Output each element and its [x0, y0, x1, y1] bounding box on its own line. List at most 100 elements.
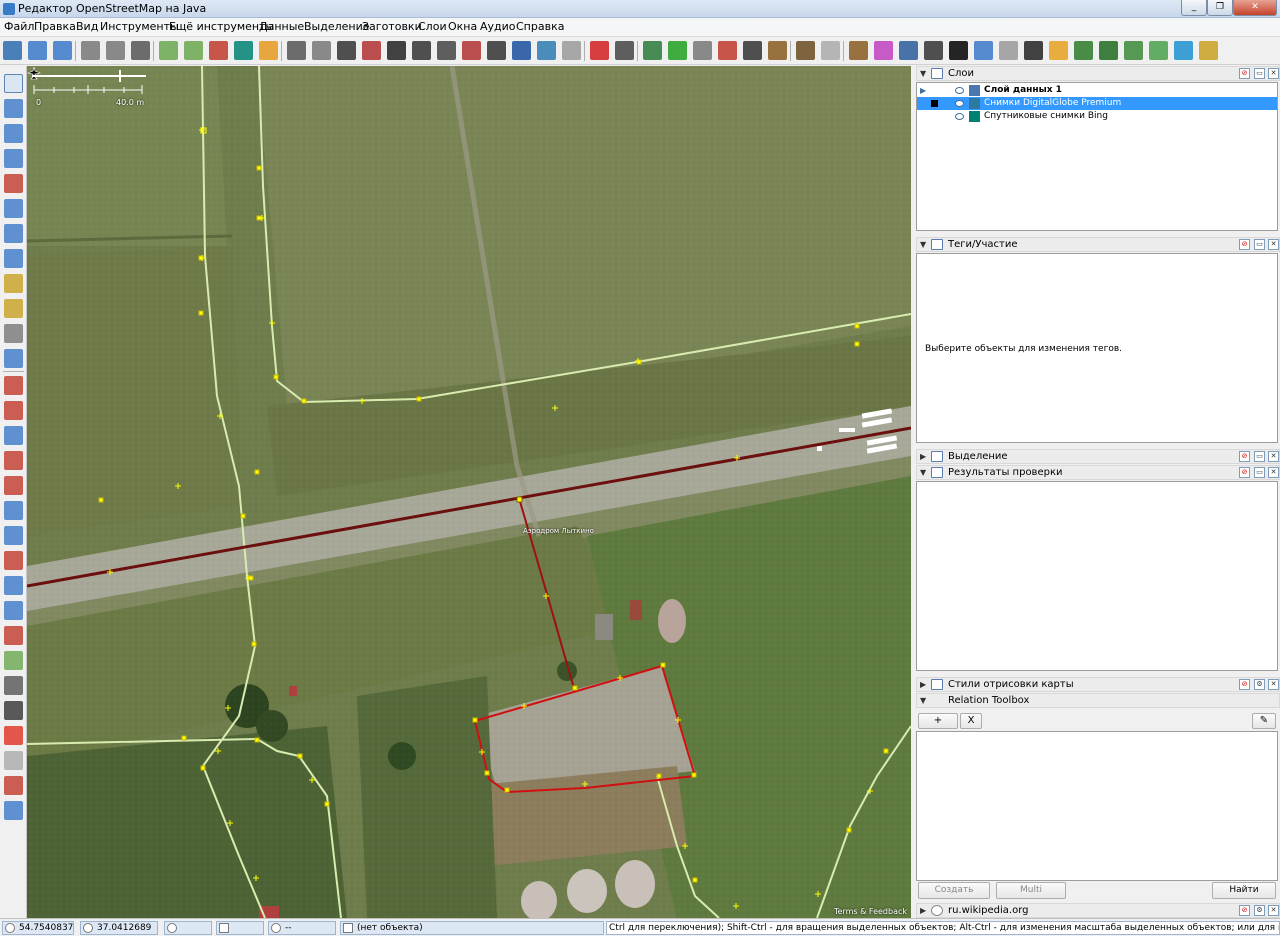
- menu-selection[interactable]: Выделение: [304, 20, 370, 33]
- relation-remove-button[interactable]: X: [960, 713, 982, 729]
- castle-icon[interactable]: [768, 41, 787, 60]
- menu-presets[interactable]: Заготовки: [362, 20, 422, 33]
- layer-row-bing[interactable]: Спутниковые снимки Bing: [917, 110, 1277, 123]
- panel-detach-icon[interactable]: ▭: [1254, 68, 1265, 79]
- panel-detach-icon[interactable]: ▭: [1254, 451, 1265, 462]
- dollar-icon[interactable]: [949, 41, 968, 60]
- upload-icon[interactable]: [53, 41, 72, 60]
- validation-toggle-icon[interactable]: [4, 526, 23, 545]
- menu-audio[interactable]: Аудио: [480, 20, 516, 33]
- barcode-icon[interactable]: [4, 776, 23, 795]
- edit-pencil-icon[interactable]: [4, 299, 23, 318]
- download-icon[interactable]: [28, 41, 47, 60]
- tags-panel-header[interactable]: ▼ Теги/Участие ⊘ ▭ ✕: [916, 237, 1280, 252]
- filter-toggle-icon[interactable]: [4, 501, 23, 520]
- collapse-icon[interactable]: ▼: [920, 468, 926, 477]
- barrier-icon[interactable]: [412, 41, 431, 60]
- school-icon[interactable]: [693, 41, 712, 60]
- selection-panel-header[interactable]: ▶ Выделение ⊘ ▭ ✕: [916, 449, 1280, 464]
- find-relation-button[interactable]: Найти: [1212, 882, 1276, 899]
- statistics-icon[interactable]: [4, 726, 23, 745]
- collapse-icon[interactable]: ▼: [920, 240, 926, 249]
- poi-icon[interactable]: [974, 41, 993, 60]
- balloons-icon[interactable]: [718, 41, 737, 60]
- picture-icon[interactable]: [643, 41, 662, 60]
- draw-pencil-icon[interactable]: [4, 274, 23, 293]
- expand-icon[interactable]: ▶: [920, 680, 926, 689]
- menu-data[interactable]: Данные: [259, 20, 304, 33]
- preferences-icon[interactable]: [131, 41, 150, 60]
- water-icon[interactable]: [1174, 41, 1193, 60]
- layers-panel-header[interactable]: ▼ Слои ⊘ ▭ ✕: [916, 66, 1280, 81]
- menu-file[interactable]: Файл: [4, 20, 34, 33]
- menu-windows[interactable]: Окна: [448, 20, 477, 33]
- panel-close-icon[interactable]: ⊘: [1239, 68, 1250, 79]
- split-icon[interactable]: [4, 199, 23, 218]
- multipolygon-button[interactable]: Multi: [996, 882, 1066, 899]
- russia-flag-icon[interactable]: [590, 41, 609, 60]
- map-attribution[interactable]: Terms & Feedback: [834, 907, 907, 916]
- styles-toggle-icon[interactable]: [4, 551, 23, 570]
- panel-settings-icon[interactable]: ⚙: [1254, 905, 1265, 916]
- tree-icon[interactable]: [1074, 41, 1093, 60]
- grid-icon[interactable]: [437, 41, 456, 60]
- open-icon[interactable]: [3, 41, 22, 60]
- globe-tool-icon[interactable]: [4, 751, 23, 770]
- imagery-icon[interactable]: [184, 41, 203, 60]
- create-relation-button[interactable]: Создать: [918, 882, 990, 899]
- menu-tools[interactable]: Инструменты: [100, 20, 179, 33]
- panel-settings-icon[interactable]: ⚙: [1254, 679, 1265, 690]
- conflict-toggle-icon[interactable]: [4, 476, 23, 495]
- panel-close-icon[interactable]: ⊘: [1239, 679, 1250, 690]
- paperclip-icon[interactable]: [999, 41, 1018, 60]
- combine-icon[interactable]: [4, 224, 23, 243]
- plant-icon[interactable]: [1124, 41, 1143, 60]
- shirt-icon[interactable]: [899, 41, 918, 60]
- relation-panel-header[interactable]: ▼ Relation Toolbox: [916, 693, 1280, 708]
- panel-hide-icon[interactable]: ✕: [1268, 679, 1279, 690]
- draw-icon[interactable]: [4, 124, 23, 143]
- visibility-eye-icon[interactable]: [955, 100, 964, 107]
- expand-icon[interactable]: ▶: [920, 906, 926, 915]
- expand-icon[interactable]: ▶: [920, 452, 926, 461]
- cart-icon[interactable]: [874, 41, 893, 60]
- styles-panel-header[interactable]: ▶ Стили отрисовки карты ⊘ ⚙ ✕: [916, 677, 1280, 692]
- undo-icon[interactable]: [81, 41, 100, 60]
- panel-close-icon[interactable]: ⊘: [1239, 451, 1250, 462]
- menu-layers[interactable]: Слои: [418, 20, 447, 33]
- wall-icon[interactable]: [462, 41, 481, 60]
- panel-close-icon[interactable]: ⊘: [1239, 239, 1250, 250]
- panel-hide-icon[interactable]: ✕: [1268, 451, 1279, 462]
- validation-panel-header[interactable]: ▼ Результаты проверки ⊘ ▭ ✕: [916, 465, 1280, 480]
- maximize-button[interactable]: ❐: [1207, 0, 1233, 16]
- hospital-icon[interactable]: [668, 41, 687, 60]
- house-icon[interactable]: [821, 41, 840, 60]
- panel-hide-icon[interactable]: ✕: [1268, 68, 1279, 79]
- layers-toggle-icon[interactable]: [4, 376, 23, 395]
- align-icon[interactable]: [4, 249, 23, 268]
- zoom-icon[interactable]: [4, 149, 23, 168]
- minimize-button[interactable]: _: [1181, 0, 1207, 16]
- factory-icon[interactable]: [796, 41, 815, 60]
- menu-edit[interactable]: Правка: [34, 20, 76, 33]
- phone-icon[interactable]: [743, 41, 762, 60]
- redo-icon[interactable]: [106, 41, 125, 60]
- panel-close-icon[interactable]: ⊘: [1239, 467, 1250, 478]
- collapse-icon[interactable]: ▼: [920, 69, 926, 78]
- more-tools-icon[interactable]: [4, 349, 23, 368]
- tags-toggle-icon[interactable]: [4, 401, 23, 420]
- forest-icon[interactable]: [1099, 41, 1118, 60]
- panel-detach-icon[interactable]: ▭: [1254, 467, 1265, 478]
- commands-toggle-icon[interactable]: [4, 451, 23, 470]
- visibility-eye-icon[interactable]: [955, 113, 964, 120]
- car-icon[interactable]: [487, 41, 506, 60]
- theatre-icon[interactable]: [615, 41, 634, 60]
- bing-icon[interactable]: [234, 41, 253, 60]
- selection-toggle-icon[interactable]: [4, 426, 23, 445]
- panel-close-icon[interactable]: ⊘: [1239, 905, 1250, 916]
- expand-icon[interactable]: [4, 801, 23, 820]
- visibility-eye-icon[interactable]: [955, 87, 964, 94]
- panel-hide-icon[interactable]: ✕: [1268, 239, 1279, 250]
- measure-icon[interactable]: [4, 651, 23, 670]
- field-icon[interactable]: [1199, 41, 1218, 60]
